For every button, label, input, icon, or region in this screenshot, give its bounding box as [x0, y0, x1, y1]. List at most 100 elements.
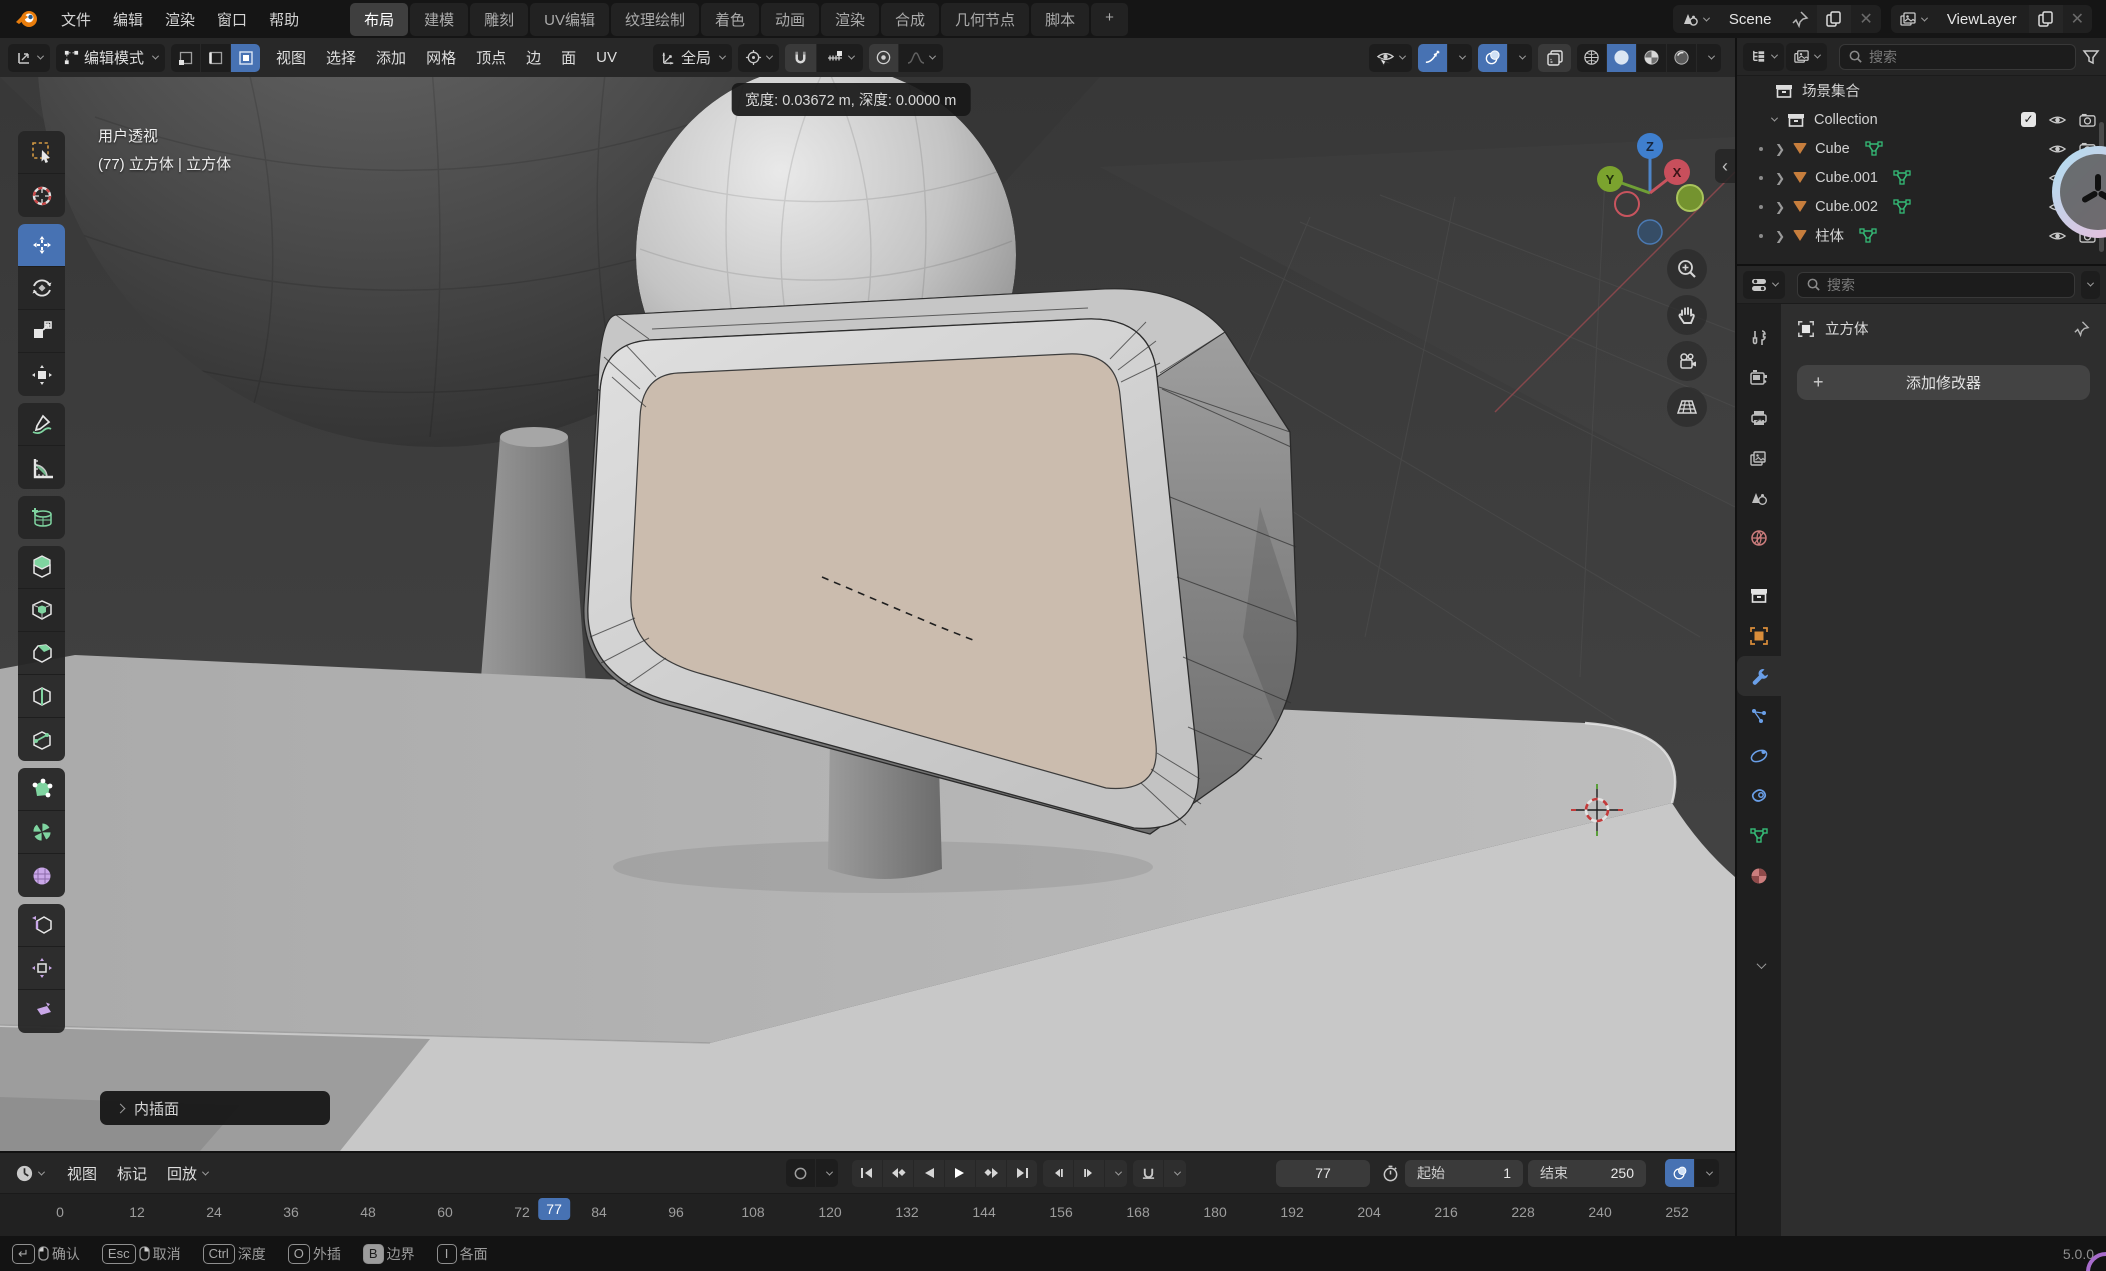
topbar-menu-item[interactable]: 文件 — [50, 4, 102, 35]
scene-name[interactable]: Scene — [1717, 11, 1784, 28]
tab-output[interactable] — [1737, 398, 1781, 438]
snap-target-dropdown[interactable] — [817, 44, 863, 72]
tab-view-layer[interactable] — [1737, 438, 1781, 478]
outliner-search-input[interactable] — [1869, 49, 2067, 65]
tool-transform[interactable] — [18, 353, 65, 396]
tab-world[interactable] — [1737, 518, 1781, 558]
tool-cursor[interactable] — [18, 174, 65, 217]
outliner-editor-type-button[interactable] — [1743, 43, 1784, 71]
workspace-tab[interactable]: 渲染 — [821, 3, 879, 36]
workspace-tab[interactable]: 雕刻 — [470, 3, 528, 36]
current-frame-marker[interactable]: 77 — [538, 1198, 570, 1220]
overlays-dropdown[interactable] — [1508, 44, 1532, 72]
timeline-editor-type-button[interactable] — [8, 1159, 51, 1187]
add-modifier-button[interactable]: + 添加修改器 — [1797, 365, 2090, 400]
viewlayer-icon[interactable] — [1891, 5, 1935, 33]
properties-search-input[interactable] — [1827, 277, 2066, 293]
tool-add-cube[interactable] — [18, 496, 65, 539]
outliner-object-row[interactable]: ❯ Cube — [1737, 134, 2106, 163]
face-select-button[interactable] — [231, 44, 260, 72]
blender-logo-icon[interactable] — [14, 6, 40, 32]
current-frame-field[interactable]: 77 — [1276, 1160, 1370, 1187]
next-keyframe-button[interactable] — [976, 1160, 1006, 1187]
visibility-dropdown[interactable] — [1369, 44, 1412, 72]
tool-annotate[interactable] — [18, 403, 65, 446]
zoom-button[interactable] — [1667, 249, 1707, 289]
material-preview-button[interactable] — [1637, 44, 1666, 72]
properties-search[interactable] — [1797, 272, 2075, 298]
viewport-menu-item[interactable]: 添加 — [366, 42, 416, 73]
breadcrumb-object-name[interactable]: 立方体 — [1825, 318, 1869, 339]
tab-data[interactable] — [1737, 816, 1781, 856]
gizmo-dropdown[interactable] — [1448, 44, 1472, 72]
outliner-object-row[interactable]: ❯ Cube.001 — [1737, 163, 2106, 192]
tool-shrink-fatten[interactable] — [18, 947, 65, 990]
edge-select-button[interactable] — [201, 44, 230, 72]
keying-dropdown[interactable] — [816, 1159, 838, 1187]
workspace-tab[interactable]: 着色 — [701, 3, 759, 36]
frame-step-dropdown[interactable] — [1105, 1160, 1127, 1187]
tab-scene[interactable] — [1737, 478, 1781, 518]
tool-loop-cut[interactable] — [18, 675, 65, 718]
pivot-point-dropdown[interactable] — [738, 44, 779, 72]
workspace-tab[interactable]: 布局 — [350, 3, 408, 36]
orthographic-toggle-button[interactable] — [1667, 387, 1707, 427]
outliner-search[interactable] — [1839, 44, 2076, 70]
viewport-menu-item[interactable]: 顶点 — [466, 42, 516, 73]
timeline-menu-item[interactable]: 回放 — [157, 1158, 207, 1189]
wireframe-shading-button[interactable] — [1577, 44, 1606, 72]
filter-icon[interactable] — [2082, 48, 2100, 66]
solid-shading-button[interactable] — [1607, 44, 1636, 72]
hide-eye-icon[interactable] — [2048, 142, 2067, 156]
workspace-tab[interactable]: 动画 — [761, 3, 819, 36]
end-frame-field[interactable]: 结束250 — [1528, 1160, 1646, 1187]
tool-spin[interactable] — [18, 811, 65, 854]
tab-material[interactable] — [1737, 856, 1781, 896]
workspace-tab[interactable]: 几何节点 — [941, 3, 1029, 36]
topbar-menu-item[interactable]: 窗口 — [206, 4, 258, 35]
viewlayer-selector[interactable]: ViewLayer ✕ — [1891, 5, 2092, 33]
tool-knife[interactable] — [18, 718, 65, 761]
hide-eye-icon[interactable] — [2048, 113, 2067, 127]
tool-extrude-region[interactable] — [18, 546, 65, 589]
pin-icon[interactable] — [2073, 320, 2090, 337]
outliner-object-row[interactable]: ❯ Cube.002 — [1737, 192, 2106, 221]
workspace-tab[interactable]: 纹理绘制 — [611, 3, 699, 36]
viewport-3d[interactable]: Z Y X 宽度: 0.03672 m, 深度: 0.0000 m 用户透视 (… — [0, 77, 1735, 1151]
tab-collection[interactable] — [1737, 576, 1781, 616]
workspace-tab[interactable]: 建模 — [410, 3, 468, 36]
tool-scale[interactable] — [18, 310, 65, 353]
proportional-falloff-dropdown[interactable] — [899, 44, 943, 72]
snap-toggle[interactable] — [785, 44, 816, 72]
tool-edge-slide[interactable] — [18, 904, 65, 947]
timeline-menu-item[interactable]: 标记 — [107, 1158, 157, 1189]
jump-to-end-button[interactable] — [1007, 1160, 1037, 1187]
tool-poly-build[interactable] — [18, 768, 65, 811]
xray-toggle[interactable] — [1538, 44, 1571, 72]
topbar-menu-item[interactable]: 帮助 — [258, 4, 310, 35]
scene-selector[interactable]: Scene ✕ — [1673, 5, 1881, 33]
transform-orientation-dropdown[interactable]: 全局 — [653, 44, 732, 72]
auto-key-toggle[interactable] — [786, 1159, 815, 1187]
viewport-menu-item[interactable]: 选择 — [316, 42, 366, 73]
play-reverse-button[interactable] — [914, 1160, 944, 1187]
tab-modifiers[interactable] — [1737, 656, 1781, 696]
tab-render[interactable] — [1737, 358, 1781, 398]
camera-view-button[interactable] — [1667, 341, 1707, 381]
scene-icon[interactable] — [1673, 5, 1717, 33]
tab-particles[interactable] — [1737, 696, 1781, 736]
viewport-menu-item[interactable]: UV — [586, 44, 627, 71]
mode-dropdown[interactable]: 编辑模式 — [56, 44, 165, 72]
workspace-tab[interactable]: 合成 — [881, 3, 939, 36]
preview-range-icon[interactable] — [1375, 1160, 1405, 1187]
play-button[interactable] — [945, 1160, 975, 1187]
tab-physics[interactable] — [1737, 736, 1781, 776]
shading-dropdown[interactable] — [1697, 44, 1721, 72]
prev-keyframe-button[interactable] — [883, 1160, 913, 1187]
workspace-tab[interactable]: 脚本 — [1031, 3, 1089, 36]
outliner-display-mode-button[interactable] — [1786, 43, 1827, 71]
properties-options-dropdown[interactable] — [2081, 271, 2100, 299]
pin-icon[interactable] — [1783, 5, 1817, 33]
operator-panel[interactable]: 内插面 — [100, 1091, 330, 1125]
timeline-menu-item[interactable]: 视图 — [57, 1158, 107, 1189]
